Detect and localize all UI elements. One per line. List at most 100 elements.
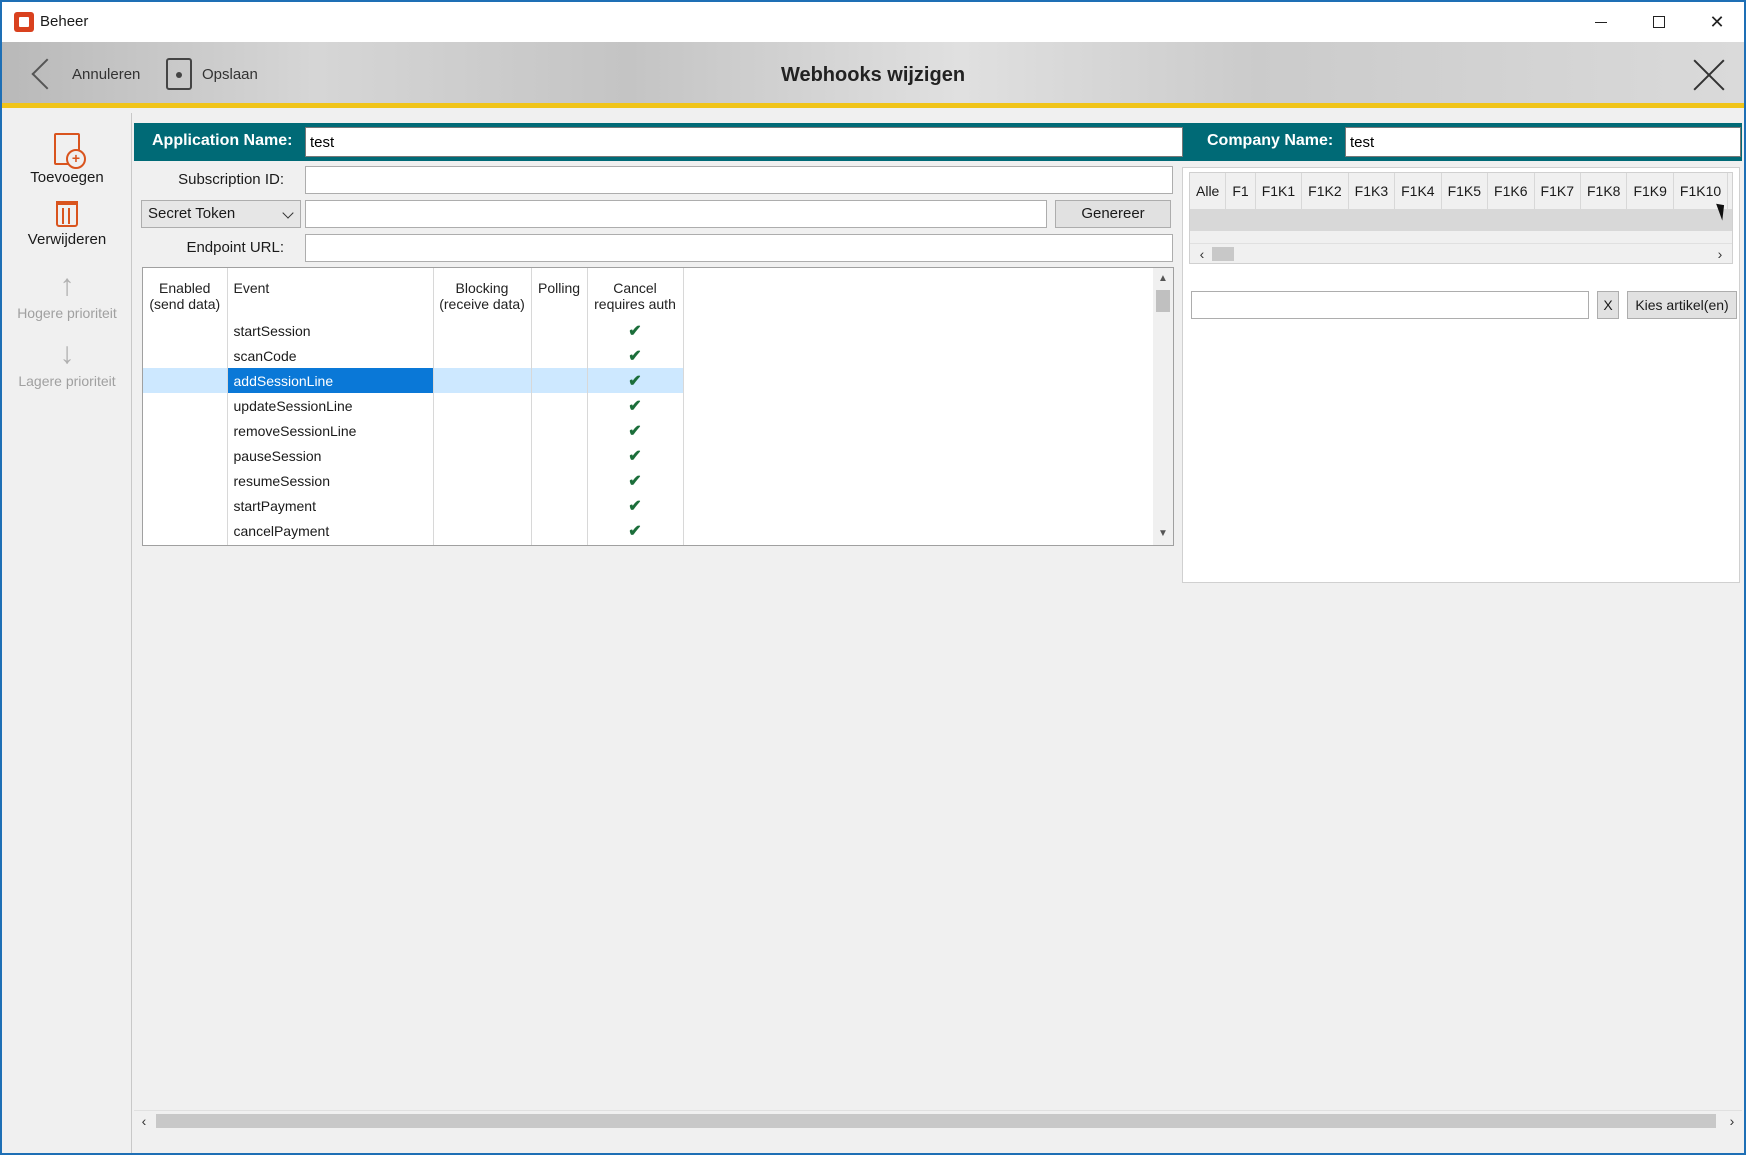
scroll-thumb[interactable] (1212, 247, 1234, 261)
enabled-cell[interactable] (143, 418, 228, 443)
polling-cell[interactable] (531, 393, 588, 418)
enabled-cell[interactable] (143, 543, 228, 545)
enabled-cell[interactable] (143, 443, 228, 468)
company-name-input[interactable] (1345, 127, 1741, 157)
polling-cell[interactable] (531, 318, 588, 343)
maximize-button[interactable] (1630, 2, 1688, 42)
tab-item[interactable]: F1 (1226, 173, 1256, 209)
cancel-auth-cell[interactable]: ✔ (587, 518, 684, 543)
polling-cell[interactable] (531, 543, 588, 545)
secret-type-select[interactable]: Secret Token (141, 200, 301, 228)
cancel-auth-cell[interactable]: ✔ (587, 443, 684, 468)
event-cell[interactable]: startSession (227, 318, 434, 343)
blocking-cell[interactable] (433, 443, 532, 468)
tab-item[interactable]: F1K9 (1627, 173, 1674, 209)
enabled-cell[interactable] (143, 343, 228, 368)
tab-item[interactable]: Alle (1190, 173, 1227, 209)
tab-item[interactable]: F1K3 (1348, 173, 1396, 209)
col-blocking[interactable]: Blocking (receive data) (433, 268, 532, 318)
table-row[interactable]: updateSessionLine ✔ (143, 393, 684, 418)
cancel-auth-cell[interactable]: ✔ (587, 368, 684, 393)
cancel-auth-cell[interactable]: ✔ (587, 418, 684, 443)
secret-token-input[interactable] (305, 200, 1047, 228)
endpoint-url-input[interactable] (305, 234, 1173, 262)
col-enabled[interactable]: Enabled (send data) (143, 268, 228, 318)
event-cell[interactable]: addSessionLine (227, 368, 434, 393)
polling-cell[interactable] (531, 518, 588, 543)
table-row[interactable]: mergeSession ✔ (143, 543, 684, 545)
polling-cell[interactable] (531, 443, 588, 468)
blocking-cell[interactable] (433, 318, 532, 343)
polling-cell[interactable] (531, 368, 588, 393)
event-cell[interactable]: startPayment (227, 493, 434, 518)
priority-down-button[interactable]: ↓ Lagere prioriteit (2, 339, 132, 390)
table-row[interactable]: removeSessionLine ✔ (143, 418, 684, 443)
event-cell[interactable]: cancelPayment (227, 518, 434, 543)
article-search-input[interactable] (1191, 291, 1589, 319)
tab-item[interactable]: F1K8 (1580, 173, 1628, 209)
event-cell[interactable]: removeSessionLine (227, 418, 434, 443)
table-row[interactable]: addSessionLine ✔ (143, 368, 684, 393)
tab-item[interactable]: F1K2 (1302, 173, 1349, 209)
blocking-cell[interactable] (433, 518, 532, 543)
enabled-cell[interactable] (143, 318, 228, 343)
scroll-thumb[interactable] (1156, 290, 1170, 312)
cancel-auth-cell[interactable]: ✔ (587, 318, 684, 343)
add-button[interactable]: Toevoegen (2, 133, 132, 186)
cancel-auth-cell[interactable]: ✔ (587, 393, 684, 418)
event-cell[interactable]: updateSessionLine (227, 393, 434, 418)
col-cancel[interactable]: Cancel requires auth (587, 268, 684, 318)
enabled-cell[interactable] (143, 518, 228, 543)
scroll-up-icon[interactable]: ▲ (1153, 270, 1173, 288)
event-cell[interactable]: scanCode (227, 343, 434, 368)
priority-up-button[interactable]: ↑ Hogere prioriteit (2, 271, 132, 322)
polling-cell[interactable] (531, 468, 588, 493)
grid-vertical-scrollbar[interactable]: ▲ ▼ (1153, 268, 1173, 545)
enabled-cell[interactable] (143, 493, 228, 518)
scroll-thumb[interactable] (156, 1114, 1716, 1128)
blocking-cell[interactable] (433, 368, 532, 393)
enabled-cell[interactable] (143, 368, 228, 393)
tab-item[interactable]: F1K11 (1728, 173, 1732, 209)
generate-button[interactable]: Genereer (1055, 200, 1171, 228)
polling-cell[interactable] (531, 343, 588, 368)
window-close-button[interactable]: ✕ (1688, 2, 1744, 42)
tabs-horizontal-scrollbar[interactable]: ‹ › (1190, 243, 1732, 263)
blocking-cell[interactable] (433, 418, 532, 443)
application-name-input[interactable] (305, 127, 1183, 157)
cancel-auth-cell[interactable]: ✔ (587, 468, 684, 493)
event-cell[interactable]: mergeSession (227, 543, 434, 545)
cancel-auth-cell[interactable]: ✔ (587, 493, 684, 518)
minimize-button[interactable] (1572, 2, 1630, 42)
tab-item[interactable]: F1K5 (1441, 173, 1489, 209)
tab-item[interactable]: F1K1 (1255, 173, 1303, 209)
table-row[interactable]: pauseSession ✔ (143, 443, 684, 468)
close-page-button[interactable] (1692, 58, 1726, 92)
col-event[interactable]: Event (227, 268, 434, 318)
col-polling[interactable]: Polling (531, 268, 588, 318)
scroll-right-icon[interactable]: › (1722, 1111, 1742, 1131)
event-cell[interactable]: pauseSession (227, 443, 434, 468)
delete-button[interactable]: Verwijderen (2, 201, 132, 248)
enabled-cell[interactable] (143, 393, 228, 418)
table-row[interactable]: cancelPayment ✔ (143, 518, 684, 543)
clear-article-button[interactable]: X (1597, 291, 1619, 319)
scroll-right-icon[interactable]: › (1710, 244, 1730, 263)
enabled-cell[interactable] (143, 468, 228, 493)
table-row[interactable]: scanCode ✔ (143, 343, 684, 368)
cancel-auth-cell[interactable]: ✔ (587, 543, 684, 545)
scroll-left-icon[interactable]: ‹ (134, 1111, 154, 1131)
table-row[interactable]: resumeSession ✔ (143, 468, 684, 493)
blocking-cell[interactable] (433, 393, 532, 418)
event-cell[interactable]: resumeSession (227, 468, 434, 493)
scroll-left-icon[interactable]: ‹ (1192, 244, 1212, 263)
tab-item[interactable]: F1K4 (1395, 173, 1442, 209)
polling-cell[interactable] (531, 418, 588, 443)
blocking-cell[interactable] (433, 468, 532, 493)
table-row[interactable]: startPayment ✔ (143, 493, 684, 518)
tab-item[interactable]: F1K6 (1488, 173, 1535, 209)
blocking-cell[interactable] (433, 493, 532, 518)
choose-articles-button[interactable]: Kies artikel(en) (1627, 291, 1737, 319)
main-horizontal-scrollbar[interactable]: ‹ › (134, 1110, 1742, 1130)
polling-cell[interactable] (531, 493, 588, 518)
